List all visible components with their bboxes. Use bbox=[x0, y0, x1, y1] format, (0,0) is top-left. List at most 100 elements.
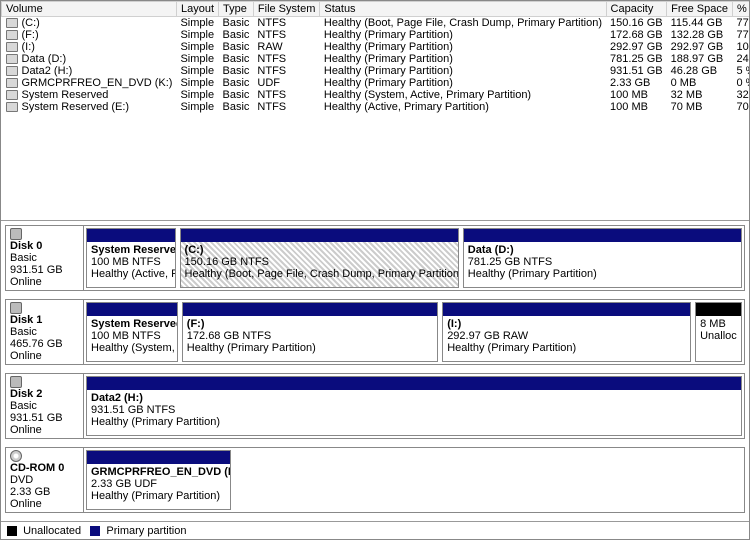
volume-icon bbox=[6, 41, 22, 53]
partition[interactable]: 8 MBUnalloc bbox=[695, 302, 742, 362]
disk-size: 931.51 GB bbox=[10, 412, 63, 424]
table-cell: Data2 (H:) bbox=[2, 65, 177, 77]
disk-partitions: GRMCPRFREO_EN_DVD (K:)2.33 GB UDFHealthy… bbox=[84, 448, 744, 512]
partition-color-bar bbox=[183, 303, 437, 316]
table-cell: Basic bbox=[219, 17, 254, 30]
column-header[interactable]: Layout bbox=[176, 2, 218, 17]
partition-status: Healthy (Primary Partition) bbox=[187, 342, 316, 354]
partition-color-bar bbox=[443, 303, 690, 316]
table-cell: 115.44 GB bbox=[667, 17, 733, 30]
disk-partitions: System Reserved100 MB NTFSHealthy (Syste… bbox=[84, 300, 744, 364]
disk-size: 2.33 GB bbox=[10, 486, 50, 498]
partition-color-bar bbox=[87, 303, 177, 316]
partition-title: System Reserved (E:) bbox=[91, 244, 171, 256]
column-header[interactable]: Volume bbox=[2, 2, 177, 17]
partition-title: (I:) bbox=[447, 318, 686, 330]
disk-size: 465.76 GB bbox=[10, 338, 63, 350]
partition[interactable]: (C:)150.16 GB NTFSHealthy (Boot, Page Fi… bbox=[180, 228, 459, 288]
table-cell: Healthy (Primary Partition) bbox=[320, 53, 606, 65]
volume-icon bbox=[6, 29, 22, 41]
table-row[interactable]: (I:)SimpleBasicRAWHealthy (Primary Parti… bbox=[2, 41, 750, 53]
legend-swatch-primary bbox=[90, 526, 100, 536]
disk-kind: Basic bbox=[10, 400, 37, 412]
disk-state: Online bbox=[10, 424, 42, 436]
partition-status: Unalloc bbox=[700, 330, 737, 342]
table-row[interactable]: Data2 (H:)SimpleBasicNTFSHealthy (Primar… bbox=[2, 65, 750, 77]
partition-body: (C:)150.16 GB NTFSHealthy (Boot, Page Fi… bbox=[181, 242, 458, 287]
table-cell: 172.68 GB bbox=[606, 29, 667, 41]
partition[interactable]: System Reserved100 MB NTFSHealthy (Syste… bbox=[86, 302, 178, 362]
disk-row[interactable]: Disk 1Basic465.76 GBOnlineSystem Reserve… bbox=[5, 299, 745, 365]
column-header[interactable]: Status bbox=[320, 2, 606, 17]
disk-label: Disk 2Basic931.51 GBOnline bbox=[6, 374, 84, 438]
column-header[interactable]: Capacity bbox=[606, 2, 667, 17]
partition[interactable]: (F:)172.68 GB NTFSHealthy (Primary Parti… bbox=[182, 302, 438, 362]
partition-body: Data (D:)781.25 GB NTFSHealthy (Primary … bbox=[464, 242, 741, 287]
disk-label: CD-ROM 0DVD2.33 GBOnline bbox=[6, 448, 84, 512]
table-row[interactable]: Data (D:)SimpleBasicNTFSHealthy (Primary… bbox=[2, 53, 750, 65]
partition-body: System Reserved (E:)100 MB NTFSHealthy (… bbox=[87, 242, 175, 287]
table-row[interactable]: (F:)SimpleBasicNTFSHealthy (Primary Part… bbox=[2, 29, 750, 41]
disk-partitions: System Reserved (E:)100 MB NTFS Healthy (… bbox=[84, 226, 744, 290]
table-cell: 100 % bbox=[733, 41, 750, 53]
partition-size: 8 MB bbox=[700, 318, 726, 330]
disk-row[interactable]: CD-ROM 0DVD2.33 GBOnlineGRMCPRFREO_EN_DV… bbox=[5, 447, 745, 513]
table-cell: Healthy (Primary Partition) bbox=[320, 29, 606, 41]
volume-table[interactable]: VolumeLayoutTypeFile SystemStatusCapacit… bbox=[1, 1, 749, 113]
table-cell: 292.97 GB bbox=[606, 41, 667, 53]
table-cell: UDF bbox=[253, 77, 319, 89]
table-cell: 931.51 GB bbox=[606, 65, 667, 77]
partition-size: 781.25 GB NTFS bbox=[468, 256, 552, 268]
table-cell: 292.97 GB bbox=[667, 41, 733, 53]
disk-state: Online bbox=[10, 498, 42, 510]
disk-label: Disk 0Basic931.51 GBOnline bbox=[6, 226, 84, 290]
partition-body: 8 MBUnalloc bbox=[696, 316, 741, 361]
table-cell: Simple bbox=[176, 29, 218, 41]
volume-list-pane[interactable]: VolumeLayoutTypeFile SystemStatusCapacit… bbox=[1, 1, 749, 221]
partition-size: 2.33 GB UDF bbox=[91, 478, 157, 490]
table-cell: Healthy (Primary Partition) bbox=[320, 65, 606, 77]
partition[interactable]: System Reserved (E:)100 MB NTFSHealthy (… bbox=[86, 228, 176, 288]
partition-body: Data2 (H:)931.51 GB NTFSHealthy (Primary… bbox=[87, 390, 741, 435]
volume-icon bbox=[6, 89, 22, 101]
partition-status: Healthy (Primary Partition) bbox=[468, 268, 597, 280]
volume-icon bbox=[6, 65, 22, 77]
table-cell: 77 % bbox=[733, 17, 750, 30]
partition-size: 100 MB NTFS bbox=[91, 256, 161, 268]
partition[interactable]: (I:)292.97 GB RAWHealthy (Primary Partit… bbox=[442, 302, 691, 362]
column-header[interactable]: Free Space bbox=[667, 2, 733, 17]
legend-label-primary: Primary partition bbox=[106, 525, 186, 537]
column-header[interactable]: File System bbox=[253, 2, 319, 17]
volume-icon bbox=[6, 77, 22, 89]
disk-graphical-pane[interactable]: Disk 0Basic931.51 GBOnlineSystem Reserve… bbox=[1, 221, 749, 521]
table-row[interactable]: System ReservedSimpleBasicNTFSHealthy (S… bbox=[2, 89, 750, 101]
column-header[interactable]: Type bbox=[219, 2, 254, 17]
disk-id: CD-ROM 0 bbox=[10, 462, 79, 474]
table-cell: NTFS bbox=[253, 53, 319, 65]
partition-title: GRMCPRFREO_EN_DVD (K:) bbox=[91, 466, 226, 478]
table-cell: Basic bbox=[219, 41, 254, 53]
table-cell: Healthy (Primary Partition) bbox=[320, 41, 606, 53]
partition[interactable]: Data2 (H:)931.51 GB NTFSHealthy (Primary… bbox=[86, 376, 742, 436]
table-row[interactable]: (C:)SimpleBasicNTFSHealthy (Boot, Page F… bbox=[2, 17, 750, 30]
legend-label-unallocated: Unallocated bbox=[23, 525, 81, 537]
table-cell: 2.33 GB bbox=[606, 77, 667, 89]
table-cell: Basic bbox=[219, 89, 254, 101]
table-row[interactable]: System Reserved (E:)SimpleBasicNTFSHealt… bbox=[2, 101, 750, 113]
disk-id: Disk 0 bbox=[10, 240, 79, 252]
partition-color-bar bbox=[696, 303, 741, 316]
table-row[interactable]: GRMCPRFREO_EN_DVD (K:)SimpleBasicUDFHeal… bbox=[2, 77, 750, 89]
disk-kind: Basic bbox=[10, 252, 37, 264]
partition[interactable] bbox=[235, 450, 742, 510]
column-header[interactable]: % Free bbox=[733, 2, 750, 17]
disk-state: Online bbox=[10, 350, 42, 362]
disk-row[interactable]: Disk 2Basic931.51 GBOnlineData2 (H:)931.… bbox=[5, 373, 745, 439]
table-cell: 0 % bbox=[733, 77, 750, 89]
table-cell: Data (D:) bbox=[2, 53, 177, 65]
table-cell: 100 MB bbox=[606, 89, 667, 101]
table-cell: 32 % bbox=[733, 89, 750, 101]
legend-bar: Unallocated Primary partition bbox=[1, 521, 749, 540]
partition[interactable]: GRMCPRFREO_EN_DVD (K:)2.33 GB UDFHealthy… bbox=[86, 450, 231, 510]
partition[interactable]: Data (D:)781.25 GB NTFSHealthy (Primary … bbox=[463, 228, 742, 288]
disk-row[interactable]: Disk 0Basic931.51 GBOnline System Reserve… bbox=[5, 225, 745, 291]
